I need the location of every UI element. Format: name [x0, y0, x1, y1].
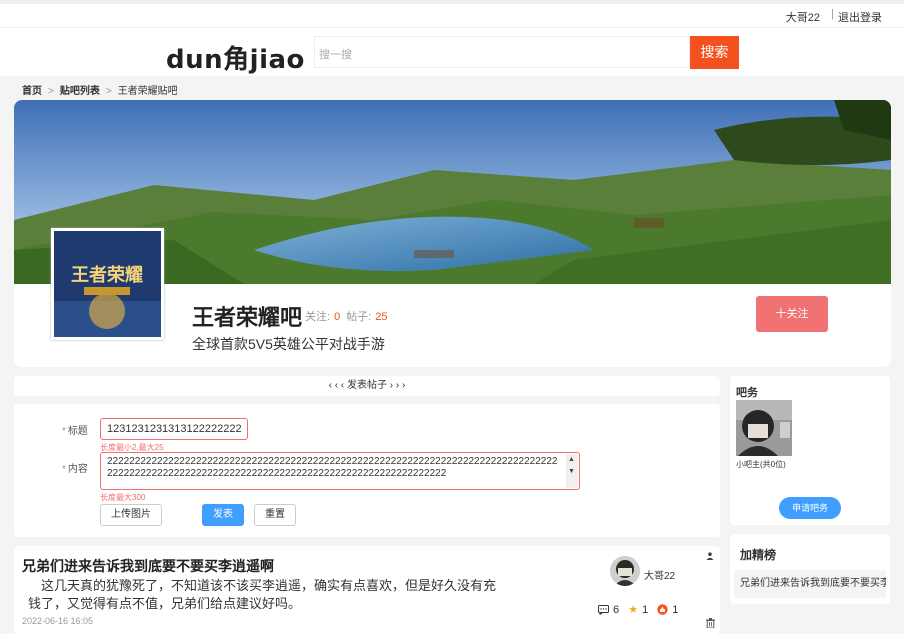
topbar-separator: | [831, 8, 834, 20]
comment-count: 6 [613, 603, 620, 616]
like-icon[interactable] [657, 604, 668, 615]
bar-description: 全球首款5V5英雄公平对战手游 [192, 336, 385, 352]
search-input[interactable]: 搜一搜 [314, 36, 690, 68]
logo-text-mid: 角 [223, 45, 250, 75]
breadcrumb: 首页 > 贴吧列表 > 王者荣耀贴吧 [22, 82, 178, 97]
bar-avatar: 王者荣耀 [51, 228, 164, 340]
scroll-down-icon[interactable]: ▼ [568, 466, 575, 478]
content-textarea[interactable]: 2222222222222222222222222222222222222222… [100, 452, 580, 490]
follow-count: 0 [334, 311, 341, 323]
comment-icon [598, 604, 609, 616]
post-card[interactable]: 兄弟们进来告诉我到底要不要买李逍遥啊 这几天真的犹豫死了，不知道该不该买李逍遥，… [14, 546, 720, 634]
post-stats: 6 ★ 1 1 [598, 603, 684, 616]
star-count: 1 [642, 603, 649, 616]
post-time: 2022-06-16 16:05 [22, 616, 94, 626]
star-icon[interactable]: ★ [628, 604, 638, 616]
submit-post-button[interactable]: 发表 [202, 504, 244, 526]
title-input[interactable]: 1231231231313122222222 [100, 418, 248, 440]
moderator-panel: 吧务 小吧主(共0位) 申请吧务 [730, 376, 890, 525]
trash-icon[interactable] [706, 618, 715, 628]
upload-image-button[interactable]: 上传图片 [100, 504, 162, 526]
featured-item[interactable]: 兄弟们进来告诉我到底要不要买李逍遥啊 [734, 570, 886, 598]
avatar-text: 王者荣耀 [71, 264, 143, 286]
posts-count: 25 [375, 311, 388, 323]
moderator-label: 小吧主(共0位) [736, 460, 786, 469]
reset-button[interactable]: 重置 [254, 504, 296, 526]
username-link[interactable]: 大哥22 [786, 9, 820, 25]
breadcrumb-separator: > [105, 86, 112, 97]
moderator-avatar[interactable] [736, 400, 792, 456]
featured-panel: 加精榜 兄弟们进来告诉我到底要不要买李逍遥啊 [730, 534, 890, 604]
textarea-scrollbar[interactable]: ▲ ▼ [566, 454, 578, 488]
content-hint: 长度最大300 [100, 493, 146, 502]
logo-text-left: dun [166, 45, 224, 75]
post-body: 这几天真的犹豫死了，不知道该不该买李逍遥，确实有点喜欢，但是好久没有充钱了，又觉… [28, 578, 497, 611]
post-form-toggle[interactable]: ‹ ‹ ‹ 发表帖子 › › › [14, 376, 720, 396]
apply-moderator-button[interactable]: 申请吧务 [779, 497, 841, 519]
moderator-title: 吧务 [736, 387, 758, 399]
search-button[interactable]: 搜索 [690, 36, 739, 69]
follow-label: 关注: [305, 311, 331, 323]
bar-stats: 关注: 0 帖子: 25 [305, 308, 394, 324]
site-logo[interactable]: dun角jiao [166, 39, 305, 76]
person-icon [706, 552, 714, 560]
top-bar: 大哥22 | 退出登录 [0, 0, 904, 28]
breadcrumb-current: 王者荣耀贴吧 [117, 86, 178, 97]
like-count: 1 [672, 603, 679, 616]
breadcrumb-separator: > [48, 86, 54, 97]
follow-button[interactable]: 十关注 [756, 296, 828, 332]
author-avatar[interactable] [610, 556, 640, 586]
breadcrumb-list[interactable]: 贴吧列表 [60, 86, 100, 97]
post-author[interactable]: 大哥22 [644, 567, 675, 582]
scroll-up-icon[interactable]: ▲ [568, 454, 575, 466]
post-form: * 标题 1231231231313122222222 长度最小2,最大25 * 内… [14, 404, 720, 537]
title-label: * 标题 [62, 426, 88, 437]
posts-label: 帖子: [346, 311, 372, 323]
header: dun角jiao 搜一搜 搜索 [0, 28, 904, 76]
featured-title: 加精榜 [740, 548, 777, 562]
content-label: * 内容 [62, 464, 88, 475]
post-title[interactable]: 兄弟们进来告诉我到底要不要买李逍遥啊 [22, 556, 274, 576]
content-text: 2222222222222222222222222222222222222222… [107, 456, 558, 479]
bar-info-card: 王者荣耀 王者荣耀吧 关注: 0 帖子: 25 全球首款5V5英雄公平对战手游 十关注 [14, 100, 891, 367]
logo-text-right: jiao [249, 45, 305, 75]
logout-link[interactable]: 退出登录 [838, 9, 882, 25]
breadcrumb-home[interactable]: 首页 [22, 86, 42, 97]
bar-name: 王者荣耀吧 [192, 305, 303, 330]
